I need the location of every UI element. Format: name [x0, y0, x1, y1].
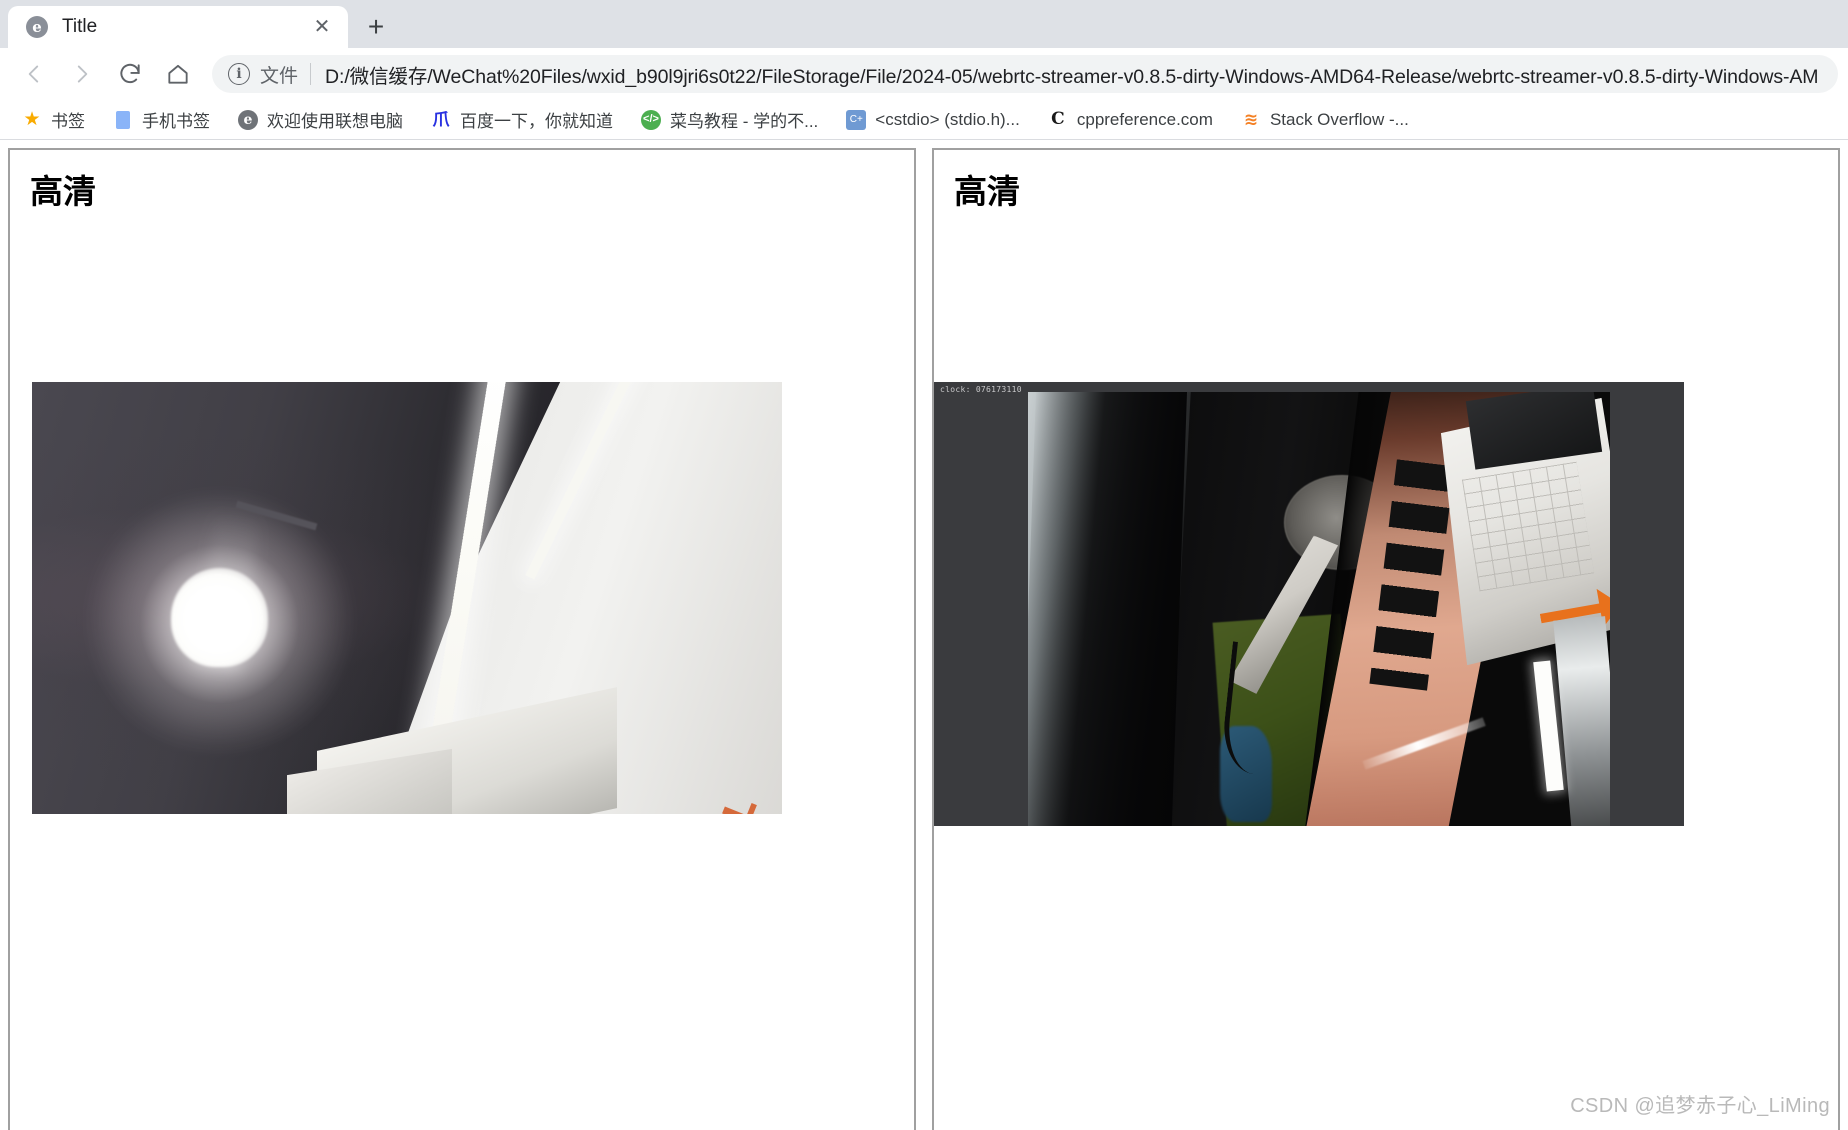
page-viewport: 高清 ROL 高清 — [0, 140, 1848, 1130]
bookmark-label: <cstdio> (stdio.h)... — [875, 109, 1020, 129]
url-scheme-label: 文件 — [260, 65, 299, 87]
forward-arrow-icon[interactable] — [58, 52, 106, 96]
bookmarks-bar: ★ 书签 手机书签 e 欢迎使用联想电脑 爪 百度一下，你就知道 </> 菜鸟教… — [0, 100, 1848, 140]
browser-tab[interactable]: e Title ✕ — [8, 6, 348, 48]
tab-strip: e Title ✕ + — [0, 0, 1848, 48]
right-wall-strip — [1553, 616, 1610, 827]
bookmark-item-shuqian[interactable]: ★ 书签 — [16, 103, 97, 136]
stackoverflow-icon: ≋ — [1243, 110, 1259, 129]
stream-panel-left: 高清 ROL — [8, 148, 916, 1130]
cplusplus-icon: C+ — [846, 109, 867, 130]
foreground-shadow — [1028, 392, 1188, 827]
tab-title: Title — [62, 16, 98, 37]
stream-panel-right: 高清 clock: 076173110 — [932, 148, 1840, 1130]
bookmark-label: 欢迎使用联想电脑 — [267, 112, 403, 131]
video-container-left: ROL — [10, 382, 914, 815]
video-stream-right[interactable]: clock: 076173110 — [934, 382, 1684, 827]
address-bar[interactable]: i 文件 D:/微信缓存/WeChat%20Files/wxid_b90l9jr… — [212, 55, 1838, 93]
cppreference-icon: C — [1051, 109, 1065, 129]
bookmark-label: Stack Overflow -... — [1269, 109, 1409, 129]
star-icon: ★ — [23, 109, 41, 130]
phone-bookmark-icon — [113, 110, 133, 130]
bookmark-label: 菜鸟教程 - 学的不... — [670, 112, 819, 131]
omnibox-divider — [310, 63, 312, 85]
bookmark-item-mobile[interactable]: 手机书签 — [107, 103, 222, 136]
reload-arrow-icon[interactable] — [106, 52, 154, 96]
video-frame-inner — [1028, 392, 1610, 827]
url-text[interactable]: D:/微信缓存/WeChat%20Files/wxid_b90l9jri6s0t… — [325, 60, 1822, 89]
ceiling-lamp — [170, 568, 269, 668]
close-icon[interactable]: ✕ — [308, 13, 336, 41]
back-arrow-icon[interactable] — [10, 52, 58, 96]
home-house-icon[interactable] — [154, 52, 202, 96]
video-stream-left[interactable]: ROL — [32, 382, 782, 815]
browser-window: e Title ✕ + i 文件 D:/微信缓存/WeChat%20Files/… — [0, 0, 1848, 1130]
site-info-icon[interactable]: i — [228, 63, 250, 85]
runoob-icon: </> — [641, 109, 661, 130]
bookmark-item-runoob[interactable]: </> 菜鸟教程 - 学的不... — [635, 103, 830, 136]
bookmark-item-lenovo[interactable]: e 欢迎使用联想电脑 — [232, 103, 415, 136]
bookmark-label: 手机书签 — [142, 112, 210, 131]
panel-title: 高清 — [954, 172, 1020, 211]
lenovo-icon: e — [238, 109, 258, 130]
bookmark-item-stackoverflow[interactable]: ≋ Stack Overflow -... — [1235, 106, 1421, 134]
panel-title: 高清 — [30, 172, 96, 211]
bookmark-label: 百度一下，你就知道 — [460, 112, 613, 131]
paper-table-grid — [1462, 461, 1595, 592]
bookmark-item-cstdio[interactable]: C+ <cstdio> (stdio.h)... — [840, 106, 1032, 134]
csdn-watermark: CSDN @追梦赤子心_LiMing — [1570, 1095, 1830, 1117]
baidu-icon: 爪 — [432, 110, 450, 129]
stream-overlay-timestamp: clock: 076173110 — [940, 385, 1022, 395]
tab-favicon-icon: e — [26, 16, 48, 38]
video-container-right: clock: 076173110 — [934, 382, 1838, 827]
bookmark-label: 书签 — [51, 112, 85, 131]
browser-toolbar: i 文件 D:/微信缓存/WeChat%20Files/wxid_b90l9jr… — [0, 48, 1848, 100]
new-tab-button[interactable]: + — [354, 6, 398, 48]
bookmark-label: cppreference.com — [1076, 109, 1213, 129]
bookmark-item-baidu[interactable]: 爪 百度一下，你就知道 — [425, 103, 625, 136]
bookmark-item-cppreference[interactable]: C cppreference.com — [1042, 106, 1225, 134]
